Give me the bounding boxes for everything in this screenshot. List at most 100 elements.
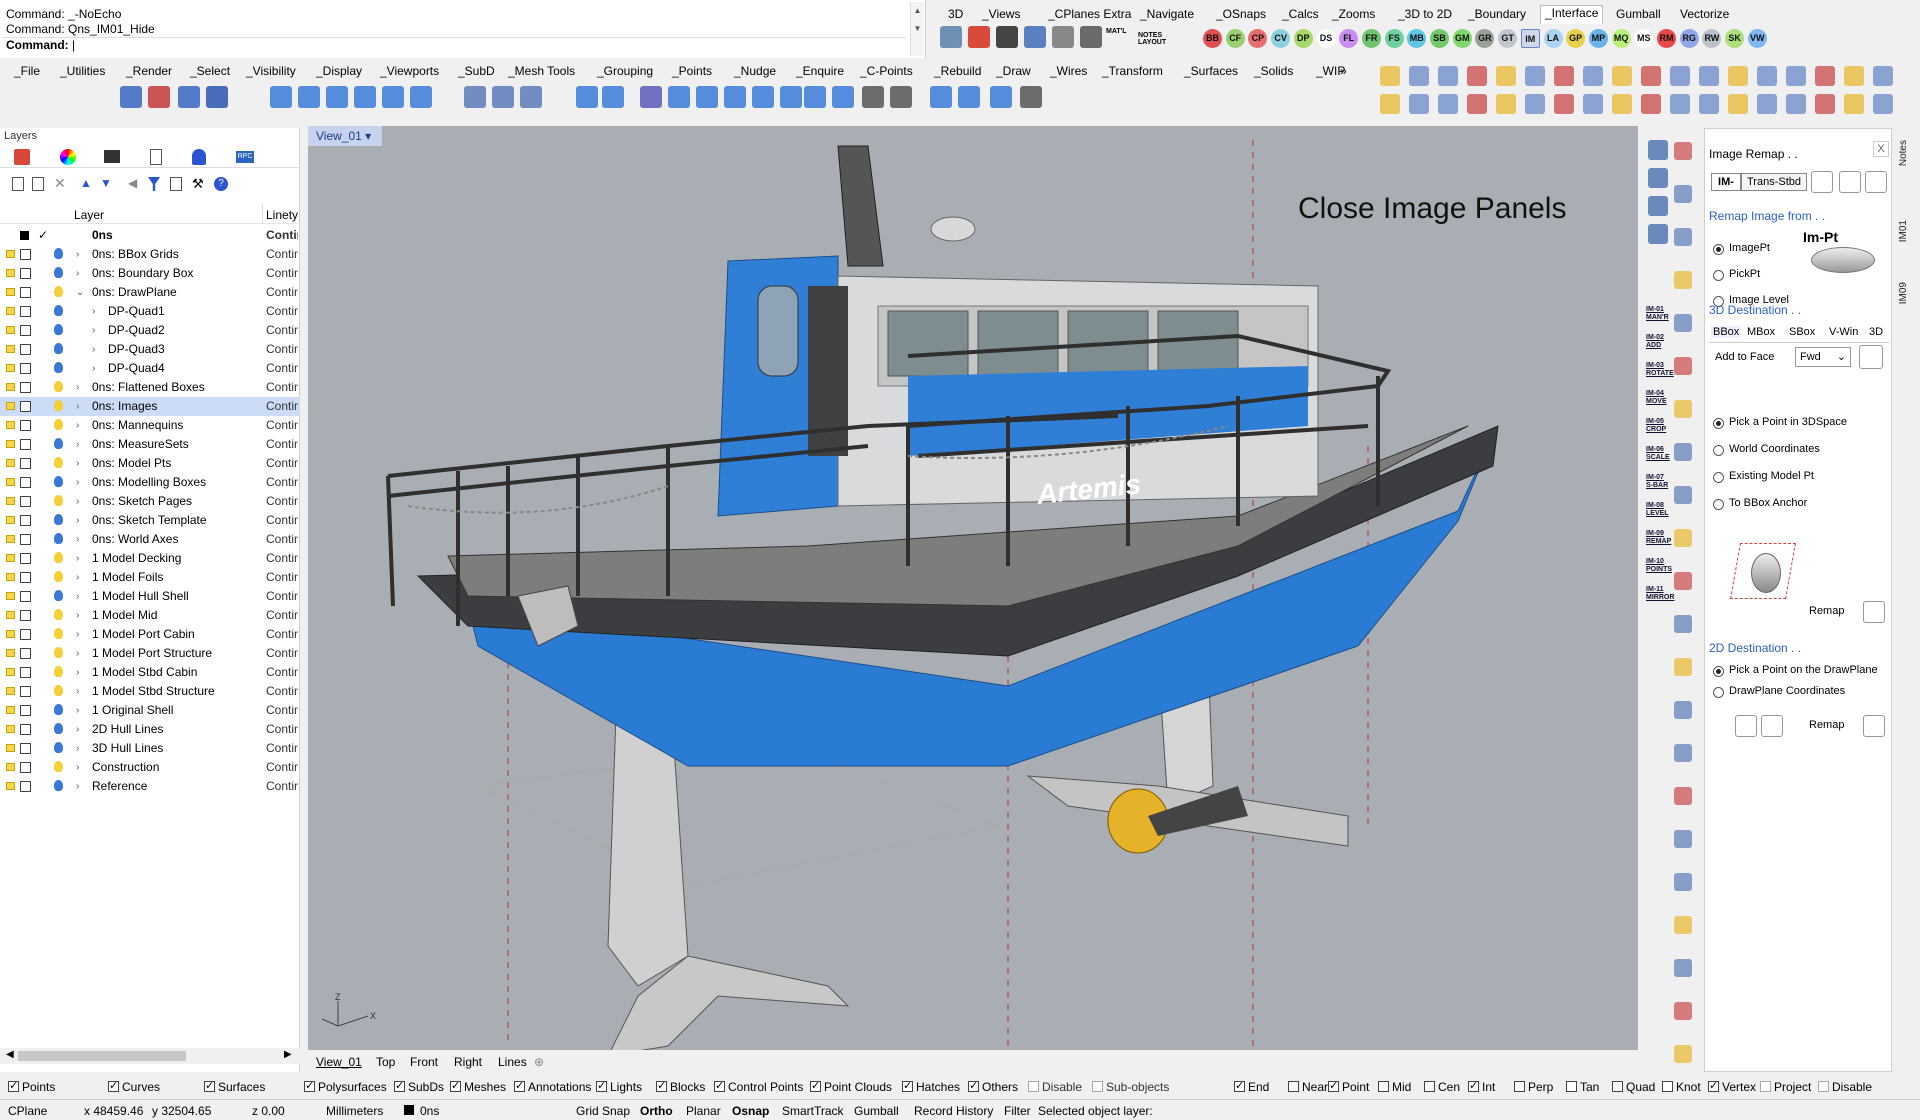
side-tool-icon[interactable]: [1674, 701, 1692, 719]
menu-item[interactable]: _Utilities: [60, 64, 105, 78]
command-scrollbar[interactable]: ▲ ▼: [910, 2, 924, 56]
chevron-right-icon[interactable]: ›: [76, 264, 79, 283]
status-toggle[interactable]: Ortho: [640, 1104, 673, 1118]
toolbar-button-icon[interactable]: [640, 86, 662, 108]
overflow-chevron-icon[interactable]: »: [1340, 64, 1347, 78]
unlock-icon[interactable]: [6, 744, 15, 752]
radio-label[interactable]: DrawPlane Coordinates: [1729, 685, 1845, 697]
chevron-right-icon[interactable]: ›: [76, 378, 79, 397]
circle-button[interactable]: CV: [1271, 29, 1291, 48]
im-strip-button[interactable]: IM-11 MIRROR: [1646, 586, 1674, 602]
im-strip-button[interactable]: IM-04 MOVE: [1646, 390, 1674, 406]
im-tab[interactable]: IM-: [1711, 173, 1741, 191]
layer-checkbox[interactable]: [20, 382, 31, 393]
layer-checkbox[interactable]: [20, 572, 31, 583]
viewport-tab[interactable]: View_01: [316, 1055, 362, 1069]
menu-item[interactable]: _Draw: [996, 64, 1031, 78]
toolbar-button-icon[interactable]: [890, 86, 912, 108]
lightbulb-icon[interactable]: [54, 723, 63, 734]
menu-item[interactable]: _Visibility: [246, 64, 296, 78]
chevron-right-icon[interactable]: ›: [76, 758, 79, 777]
unlock-icon[interactable]: [6, 725, 15, 733]
lightbulb-icon[interactable]: [54, 609, 63, 620]
lightbulb-icon[interactable]: [54, 514, 63, 525]
layer-row[interactable]: › 0ns: Flattened Boxes Contin: [0, 378, 300, 397]
toolbar-button-icon[interactable]: [1844, 66, 1864, 86]
menu-item[interactable]: _Mesh Tools: [508, 64, 575, 78]
chevron-right-icon[interactable]: ›: [76, 549, 79, 568]
menu-item[interactable]: _SubD: [458, 64, 495, 78]
layer-row[interactable]: › 0ns: BBox Grids Contin: [0, 245, 300, 264]
layer-row[interactable]: › Construction Contin: [0, 758, 300, 777]
move-out-icon[interactable]: ◀: [128, 176, 137, 190]
lightbulb-icon[interactable]: [54, 324, 63, 335]
toolbar-button-icon[interactable]: [1612, 94, 1632, 114]
layers-tab-icon[interactable]: [14, 149, 30, 165]
move-up-icon[interactable]: ▲: [80, 176, 92, 190]
radio-label[interactable]: Pick a Point on the DrawPlane: [1729, 664, 1878, 676]
toolbar-tab[interactable]: Vectorize: [1680, 7, 1729, 21]
chevron-right-icon[interactable]: ›: [76, 739, 79, 758]
side-tool-icon[interactable]: [1674, 228, 1692, 246]
lightbulb-icon[interactable]: [54, 666, 63, 677]
toolbar-button-icon[interactable]: [326, 86, 348, 108]
filter-checkbox[interactable]: Disable: [1028, 1080, 1082, 1094]
radio-label[interactable]: World Coordinates: [1729, 443, 1820, 455]
toolbar-button-icon[interactable]: [602, 86, 624, 108]
toolbar-button-icon[interactable]: [1467, 66, 1487, 86]
layer-row[interactable]: › 0ns: World Axes Contin: [0, 530, 300, 549]
toolbar-button-icon[interactable]: [382, 86, 404, 108]
toolbar-button-icon[interactable]: [1670, 94, 1690, 114]
layer-checkbox[interactable]: [20, 363, 31, 374]
menu-item[interactable]: _Select: [190, 64, 230, 78]
chevron-right-icon[interactable]: ›: [76, 454, 79, 473]
layer-row[interactable]: › 1 Model Stbd Cabin Contin: [0, 663, 300, 682]
table-icon[interactable]: [1080, 26, 1102, 48]
filter-checkbox[interactable]: Points: [8, 1079, 55, 1094]
osnap-checkbox[interactable]: Perp: [1514, 1080, 1553, 1094]
layer-checkbox[interactable]: [20, 724, 31, 735]
chevron-right-icon[interactable]: ›: [76, 473, 79, 492]
unlock-icon[interactable]: [6, 763, 15, 771]
toolbar-button-icon[interactable]: [1409, 94, 1429, 114]
layer-checkbox[interactable]: [20, 591, 31, 602]
notifications-tab-icon[interactable]: [192, 149, 206, 165]
toolbar-button-icon[interactable]: [696, 86, 718, 108]
radio-label[interactable]: Image Level: [1729, 294, 1789, 306]
osnap-checkbox[interactable]: Disable: [1818, 1080, 1872, 1094]
toolbar-button-icon[interactable]: [1409, 66, 1429, 86]
layer-checkbox[interactable]: [20, 344, 31, 355]
layer-row[interactable]: › Reference Contin: [0, 777, 300, 796]
radio-button[interactable]: [1713, 418, 1724, 429]
lightbulb-icon[interactable]: [54, 571, 63, 582]
layer-row[interactable]: › DP-Quad4 Contin: [0, 359, 300, 378]
toolbar-button-icon[interactable]: [1496, 94, 1516, 114]
matl-icon[interactable]: MAT'L: [1106, 28, 1127, 36]
toolbar-button-icon[interactable]: [1757, 94, 1777, 114]
radio-button[interactable]: [1713, 687, 1724, 698]
circle-button[interactable]: FS: [1384, 29, 1404, 48]
vertical-tab[interactable]: Notes: [1898, 140, 1909, 166]
layer-row[interactable]: › DP-Quad2 Contin: [0, 321, 300, 340]
circle-button[interactable]: RG: [1679, 29, 1699, 48]
side-tool-icon[interactable]: [1674, 744, 1692, 762]
unlock-icon[interactable]: [6, 383, 15, 391]
toolbar-button-icon[interactable]: [464, 86, 486, 108]
lightbulb-icon[interactable]: [54, 552, 63, 563]
toolbar-tab[interactable]: _Interface: [1540, 5, 1604, 24]
unlock-icon[interactable]: [6, 611, 15, 619]
layer-checkbox[interactable]: [20, 762, 31, 773]
layer-row[interactable]: › 2D Hull Lines Contin: [0, 720, 300, 739]
toolbar-button-icon[interactable]: [492, 86, 514, 108]
menu-item[interactable]: _File: [14, 64, 40, 78]
lightbulb-icon[interactable]: [54, 761, 63, 772]
filter-checkbox[interactable]: SubDs: [394, 1079, 444, 1094]
layer-checkbox[interactable]: [20, 458, 31, 469]
chevron-right-icon[interactable]: ›: [76, 682, 79, 701]
toolbar-button-icon[interactable]: [1020, 86, 1042, 108]
toolbar-button-icon[interactable]: [930, 86, 952, 108]
filter-checkbox[interactable]: Hatches: [902, 1079, 960, 1094]
toolbar-button-icon[interactable]: [1496, 66, 1516, 86]
im-strip-button[interactable]: IM-01 MAN'R: [1646, 306, 1674, 322]
layer-checkbox[interactable]: [20, 325, 31, 336]
